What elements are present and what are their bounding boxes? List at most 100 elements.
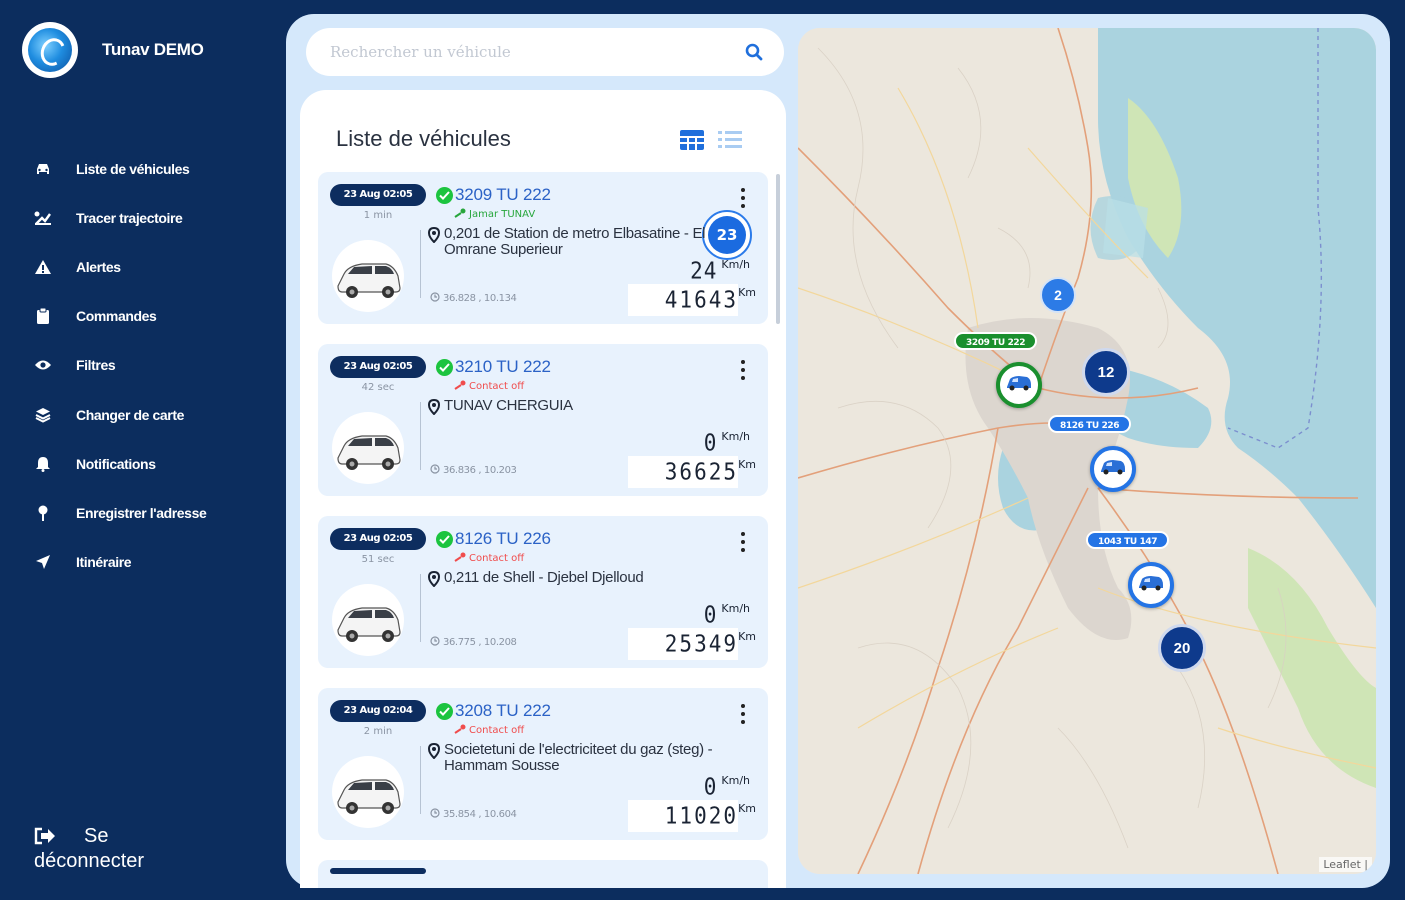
vehicle-image	[332, 240, 404, 312]
vehicle-coordinates: 35.854 , 10.604	[430, 808, 517, 821]
vehicle-coordinates: 36.828 , 10.134	[430, 292, 517, 305]
vehicle-address: TUNAV CHERGUIA	[427, 398, 718, 419]
time-ago: 42 sec	[361, 382, 395, 393]
sidebar-item-label: Filtres	[76, 357, 116, 374]
sidebar-item-vehicle-list[interactable]: Liste de véhicules	[0, 144, 285, 193]
speed-display: 0 Km/h	[703, 773, 750, 801]
sidebar-item-label: Commandes	[76, 308, 157, 325]
map-pin-icon	[32, 502, 54, 524]
eye-icon	[32, 354, 54, 376]
odometer-display: 36625 Km	[628, 456, 756, 488]
sidebar-item-save-address[interactable]: Enregistrer l'adresse	[0, 488, 285, 537]
sidebar-nav: Liste de véhicules Tracer trajectoire Al…	[0, 144, 285, 587]
status-check-icon	[436, 358, 453, 376]
speed-display: 24 Km/h	[690, 257, 750, 285]
vehicle-card[interactable]: 23 Aug 02:04 2 min 3208 TU 222 Contact o…	[318, 688, 768, 840]
vehicle-card[interactable]: 23 Aug 02:05 51 sec 8126 TU 226 Contact …	[318, 516, 768, 668]
vehicle-marker[interactable]	[996, 362, 1042, 408]
vehicle-marker[interactable]	[1090, 446, 1136, 492]
sidebar-item-commands[interactable]: Commandes	[0, 292, 285, 341]
sidebar-item-label: Liste de véhicules	[76, 160, 190, 177]
logout-button[interactable]: Se déconnecter	[34, 824, 144, 874]
vehicle-plate: 3208 TU 222	[455, 701, 551, 720]
marker-label: 1043 TU 147	[1086, 531, 1170, 549]
contact-status: Contact off	[454, 724, 524, 737]
car-icon	[1099, 457, 1127, 481]
key-icon	[454, 208, 466, 221]
car-icon	[1137, 573, 1165, 597]
sidebar-item-change-map[interactable]: Changer de carte	[0, 390, 285, 439]
time-ago: 2 min	[363, 726, 393, 737]
status-check-icon	[436, 186, 453, 204]
more-options-icon[interactable]	[738, 704, 748, 724]
contact-status: Contact off	[454, 380, 524, 393]
marker-label: 8126 TU 226	[1048, 415, 1132, 433]
more-options-icon[interactable]	[738, 188, 748, 208]
sidebar-item-filters[interactable]: Filtres	[0, 341, 285, 390]
map-view[interactable]: 2 12 20 3209 TU 222 8126 TU 226 1043 TU …	[798, 28, 1376, 874]
location-pin-icon	[427, 398, 442, 419]
map-cluster[interactable]: 20	[1158, 624, 1206, 672]
vehicle-list-panel: Liste de véhicules 23 Aug 02:05 1 min 32…	[300, 90, 786, 888]
vehicle-plate: 8126 TU 226	[455, 529, 551, 548]
app-logo-icon	[22, 22, 78, 78]
car-icon	[1005, 373, 1033, 397]
route-icon	[32, 207, 54, 229]
key-icon	[454, 380, 466, 393]
logout-icon	[34, 827, 56, 852]
vehicle-card[interactable]: 23 Aug 02:05 42 sec 3210 TU 222 Contact …	[318, 344, 768, 496]
vehicle-address: Societetuni de l'electriciteet du gaz (s…	[427, 742, 718, 774]
more-options-icon[interactable]	[738, 360, 748, 380]
vehicle-card[interactable]	[318, 860, 768, 888]
app-name: Tunav DEMO	[102, 40, 204, 59]
vehicle-image	[332, 756, 404, 828]
vehicle-address: 0,211 de Shell - Djebel Djelloud	[427, 570, 718, 591]
map-cluster[interactable]: 2	[1040, 277, 1076, 313]
sidebar-item-label: Changer de carte	[76, 406, 184, 423]
key-icon	[454, 724, 466, 737]
list-view-icon[interactable]	[716, 128, 744, 152]
clipboard-icon	[32, 305, 54, 327]
marker-label: 3209 TU 222	[954, 332, 1038, 350]
location-pin-icon	[427, 742, 442, 774]
vehicle-coordinates: 36.836 , 10.203	[430, 464, 517, 477]
vehicle-image	[332, 584, 404, 656]
alert-icon	[32, 256, 54, 278]
sidebar-item-label: Itinéraire	[76, 554, 132, 571]
vehicle-plate: 3209 TU 222	[455, 185, 551, 204]
list-scrollbar[interactable]	[776, 174, 780, 324]
more-options-icon[interactable]	[738, 532, 748, 552]
status-check-icon	[436, 530, 453, 548]
logout-label-line1: Se	[34, 824, 144, 849]
logout-label-line2: déconnecter	[34, 850, 145, 872]
vehicle-marker[interactable]	[1128, 562, 1174, 608]
date-badge: 23 Aug 02:05	[330, 184, 426, 206]
sidebar-item-label: Alertes	[76, 258, 121, 275]
search-icon[interactable]	[742, 40, 766, 64]
clock-icon	[430, 464, 440, 477]
search-input[interactable]	[330, 43, 742, 61]
vehicle-search	[306, 28, 784, 76]
speed-display: 0 Km/h	[703, 429, 750, 457]
contact-status: Jamar TUNAV	[454, 208, 535, 221]
sidebar-item-alerts[interactable]: Alertes	[0, 242, 285, 291]
location-pin-icon	[427, 570, 442, 591]
clock-icon	[430, 292, 440, 305]
sidebar: Tunav DEMO Liste de véhicules Tracer tra…	[0, 0, 285, 900]
odometer-display: 41643 Km	[628, 284, 756, 316]
brand: Tunav DEMO	[22, 22, 204, 78]
map-cluster[interactable]: 12	[1082, 348, 1130, 396]
status-check-icon	[436, 702, 453, 720]
time-ago: 51 sec	[361, 554, 395, 565]
speed-display: 0 Km/h	[703, 601, 750, 629]
date-badge: 23 Aug 02:04	[330, 700, 426, 722]
map-attribution[interactable]: Leaflet |	[1319, 857, 1372, 872]
vehicle-card[interactable]: 23 Aug 02:05 1 min 3209 TU 222 Jamar TUN…	[318, 172, 768, 324]
grid-view-icon[interactable]	[678, 128, 706, 152]
list-title: Liste de véhicules	[336, 126, 511, 151]
sidebar-item-label: Notifications	[76, 455, 156, 472]
sidebar-item-itinerary[interactable]: Itinéraire	[0, 538, 285, 587]
sidebar-item-trace-route[interactable]: Tracer trajectoire	[0, 193, 285, 242]
sidebar-item-notifications[interactable]: Notifications	[0, 439, 285, 488]
clock-icon	[430, 636, 440, 649]
